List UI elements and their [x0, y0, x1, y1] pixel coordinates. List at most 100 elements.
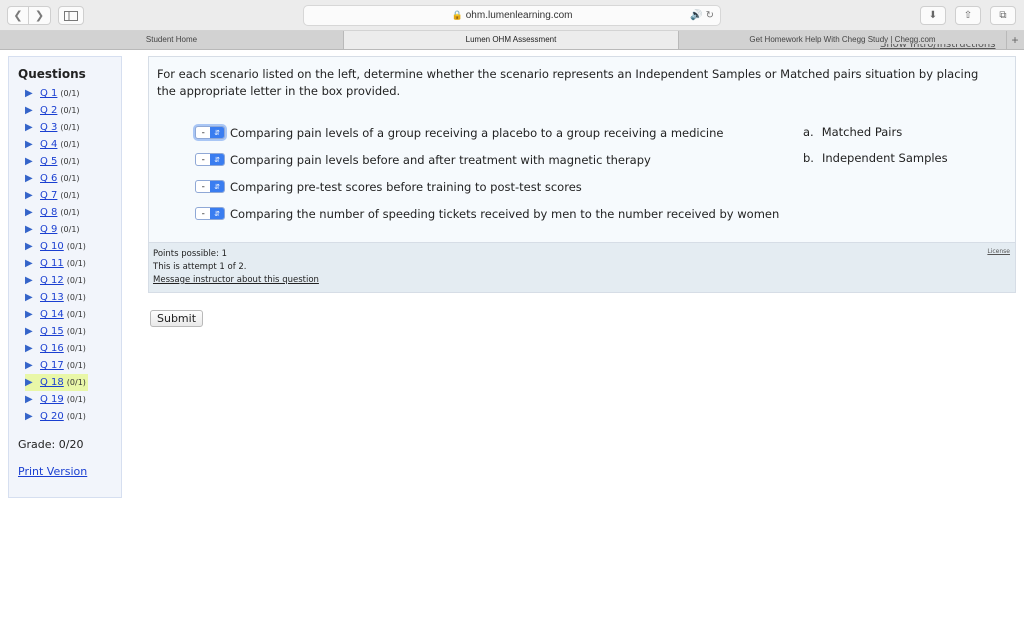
- question-score: (0/1): [60, 157, 80, 166]
- reload-icon[interactable]: ↻: [706, 10, 714, 21]
- triangle-right-icon: ▶: [25, 394, 33, 405]
- message-instructor-link[interactable]: Message instructor about this question: [153, 275, 319, 285]
- question-link[interactable]: Q 15: [40, 326, 64, 337]
- speaker-icon[interactable]: 🔊: [690, 10, 702, 21]
- question-nav-item: ▶ Q 4 (0/1): [25, 136, 88, 153]
- triangle-right-icon: ▶: [25, 275, 33, 286]
- scenario-list: - ⇵ Comparing pain levels of a group recei…: [195, 119, 779, 227]
- browser-toolbar: ❮ ❯ 🔒 ohm.lumenlearning.com 🔊 ↻ ⬇ ⇧ ⧉: [0, 0, 1024, 31]
- nav-buttons: ❮ ❯: [7, 6, 51, 25]
- question-link[interactable]: Q 12: [40, 275, 64, 286]
- question-nav-item: ▶ Q 20 (0/1): [25, 408, 88, 425]
- tabs-icon: ⧉: [999, 10, 1007, 21]
- triangle-right-icon: ▶: [25, 411, 33, 422]
- triangle-right-icon: ▶: [25, 156, 33, 167]
- question-link[interactable]: Q 20: [40, 411, 64, 422]
- question-nav-item: ▶ Q 17 (0/1): [25, 357, 88, 374]
- attempt-info: This is attempt 1 of 2.: [153, 262, 247, 272]
- back-button[interactable]: ❮: [7, 6, 29, 25]
- question-link[interactable]: Q 13: [40, 292, 64, 303]
- question-nav-item: ▶ Q 14 (0/1): [25, 306, 88, 323]
- question-link[interactable]: Q 11: [40, 258, 64, 269]
- question-link[interactable]: Q 14: [40, 309, 64, 320]
- question-nav-item: ▶ Q 6 (0/1): [25, 170, 88, 187]
- question-score: (0/1): [66, 378, 86, 387]
- answer-option: b. Independent Samples: [803, 145, 948, 171]
- question-score: (0/1): [66, 293, 86, 302]
- question-panel: For each scenario listed on the left, de…: [148, 56, 1016, 293]
- question-link[interactable]: Q 1: [40, 88, 57, 99]
- answer-options: a. Matched Pairs b. Independent Samples: [803, 119, 948, 171]
- question-link[interactable]: Q 5: [40, 156, 57, 167]
- select-arrows-icon: ⇵: [210, 181, 224, 192]
- scenario-text: Comparing the number of speeding tickets…: [230, 206, 780, 221]
- question-link[interactable]: Q 6: [40, 173, 57, 184]
- scenario-row: - ⇵ Comparing pre-test scores before train…: [195, 173, 779, 200]
- question-link[interactable]: Q 7: [40, 190, 57, 201]
- scenario-row: - ⇵ Comparing pain levels of a group recei…: [195, 119, 779, 146]
- question-nav-item: ▶ Q 12 (0/1): [25, 272, 88, 289]
- question-nav-item: ▶ Q 10 (0/1): [25, 238, 88, 255]
- question-score: (0/1): [66, 395, 86, 404]
- question-link[interactable]: Q 2: [40, 105, 57, 116]
- question-link[interactable]: Q 10: [40, 241, 64, 252]
- tab-bar: Student Home Lumen OHM Assessment Get Ho…: [0, 31, 1024, 50]
- question-nav-item: ▶ Q 16 (0/1): [25, 340, 88, 357]
- tabs-overview-button[interactable]: ⧉: [990, 6, 1016, 25]
- triangle-right-icon: ▶: [25, 224, 33, 235]
- question-nav-item: ▶ Q 1 (0/1): [25, 85, 88, 102]
- question-score: (0/1): [66, 412, 86, 421]
- question-link[interactable]: Q 19: [40, 394, 64, 405]
- show-intro-link[interactable]: Show Intro/Instructions: [880, 44, 1020, 52]
- triangle-right-icon: ▶: [25, 309, 33, 320]
- scenario-row: - ⇵ Comparing the number of speeding ticke…: [195, 200, 779, 227]
- select-arrows-icon: ⇵: [210, 154, 224, 165]
- answer-option: a. Matched Pairs: [803, 119, 948, 145]
- share-button[interactable]: ⇧: [955, 6, 981, 25]
- submit-button[interactable]: Submit: [150, 310, 204, 327]
- answer-select[interactable]: - ⇵: [195, 126, 225, 139]
- chevron-left-icon: ❮: [13, 9, 23, 22]
- question-score: (0/1): [60, 140, 80, 149]
- question-score: (0/1): [60, 106, 80, 115]
- select-arrows-icon: ⇵: [210, 127, 224, 138]
- lock-icon: 🔒: [451, 10, 463, 20]
- download-icon: ⬇: [928, 10, 938, 21]
- triangle-right-icon: ▶: [25, 241, 33, 252]
- question-score: (0/1): [66, 361, 86, 370]
- question-nav-item: ▶ Q 3 (0/1): [25, 119, 88, 136]
- question-score: (0/1): [66, 310, 86, 319]
- question-nav-title: Questions: [18, 67, 86, 81]
- tab-student-home[interactable]: Student Home: [0, 31, 344, 49]
- print-version-link[interactable]: Print Version: [18, 465, 87, 478]
- question-nav-item: ▶ Q 11 (0/1): [25, 255, 88, 272]
- triangle-right-icon: ▶: [25, 292, 33, 303]
- question-score: (0/1): [60, 89, 80, 98]
- question-link[interactable]: Q 8: [40, 207, 57, 218]
- question-link[interactable]: Q 9: [40, 224, 57, 235]
- scenario-text: Comparing pain levels before and after t…: [230, 152, 651, 167]
- question-link[interactable]: Q 18: [40, 377, 64, 388]
- question-link[interactable]: Q 3: [40, 122, 57, 133]
- question-link[interactable]: Q 4: [40, 139, 57, 150]
- sidebar-toggle-button[interactable]: [58, 6, 84, 25]
- question-score: (0/1): [60, 225, 80, 234]
- question-score: (0/1): [66, 327, 86, 336]
- sidebar-icon: [64, 10, 78, 21]
- question-nav-item: ▶ Q 13 (0/1): [25, 289, 88, 306]
- question-link[interactable]: Q 16: [40, 343, 64, 354]
- address-bar[interactable]: 🔒 ohm.lumenlearning.com 🔊 ↻: [303, 5, 721, 26]
- license-link[interactable]: License: [987, 248, 1010, 255]
- question-link[interactable]: Q 17: [40, 360, 64, 371]
- select-value: -: [201, 127, 205, 138]
- triangle-right-icon: ▶: [25, 88, 33, 99]
- question-score: (0/1): [66, 344, 86, 353]
- answer-select[interactable]: - ⇵: [195, 180, 225, 193]
- select-value: -: [201, 181, 205, 192]
- question-nav-item: ▶ Q 8 (0/1): [25, 204, 88, 221]
- answer-select[interactable]: - ⇵: [195, 153, 225, 166]
- forward-button[interactable]: ❯: [29, 6, 51, 25]
- answer-select[interactable]: - ⇵: [195, 207, 225, 220]
- downloads-button[interactable]: ⬇: [920, 6, 946, 25]
- tab-lumen-ohm[interactable]: Lumen OHM Assessment: [344, 31, 679, 49]
